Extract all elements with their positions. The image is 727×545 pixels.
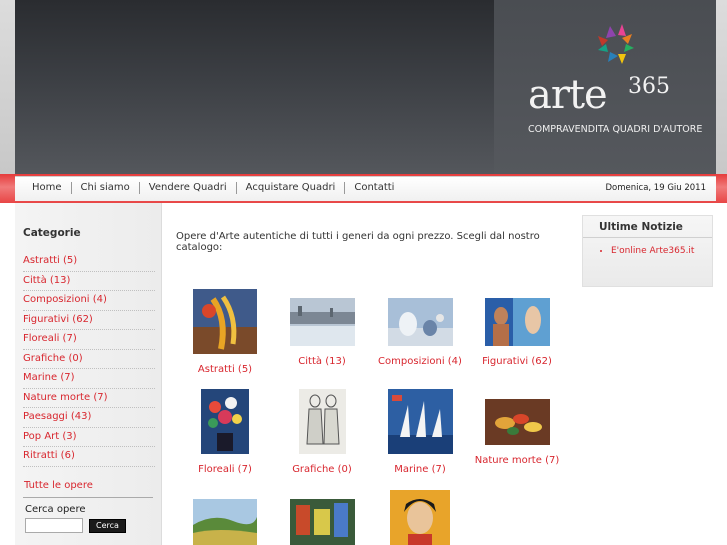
header-banner <box>15 0 494 174</box>
logo-text: arte <box>528 72 608 118</box>
artwork-floreali[interactable]: Floreali (7) <box>180 389 270 475</box>
artwork-thumbnail <box>298 389 346 454</box>
logo-number: 365 <box>628 74 670 99</box>
header-left-edge <box>0 0 15 174</box>
artwork-caption: Marine (7) <box>394 464 446 475</box>
artwork-caption: Grafiche (0) <box>292 464 352 475</box>
artwork-thumbnail <box>289 499 355 545</box>
artwork-citta[interactable]: Città (13) <box>277 298 367 367</box>
artwork-caption: Nature morte (7) <box>474 455 560 466</box>
category-link[interactable]: Città (13) <box>23 272 155 291</box>
artwork-nature-morte[interactable]: Nature morte (7) <box>472 399 562 466</box>
sidebar-divider <box>23 497 153 498</box>
category-link[interactable]: Nature morte (7) <box>23 389 155 408</box>
nav-chi-siamo[interactable]: Chi siamo <box>72 182 140 194</box>
page: arte 365 COMPRAVENDITA QUADRI D'AUTORE H… <box>0 0 727 545</box>
artwork-grafiche[interactable]: Grafiche (0) <box>277 389 367 475</box>
site-header: arte 365 COMPRAVENDITA QUADRI D'AUTORE <box>0 0 727 174</box>
artwork-thumbnail <box>484 399 550 445</box>
artwork-pop-art[interactable] <box>277 499 367 545</box>
category-link[interactable]: Pop Art (3) <box>23 428 155 447</box>
category-sidebar: Categorie Astratti (5) Città (13) Compos… <box>15 203 162 545</box>
nav-acquistare-quadri[interactable]: Acquistare Quadri <box>237 182 346 194</box>
artwork-caption: Città (13) <box>298 356 346 367</box>
artwork-thumbnail <box>193 499 257 545</box>
artwork-caption: Floreali (7) <box>198 464 252 475</box>
search-input[interactable] <box>25 518 83 533</box>
news-title: Ultime Notizie <box>599 221 683 233</box>
artwork-thumbnail <box>390 490 450 545</box>
artwork-composizioni[interactable]: Composizioni (4) <box>375 298 465 367</box>
artwork-marine[interactable]: Marine (7) <box>375 389 465 475</box>
artwork-thumbnail <box>201 389 249 454</box>
category-list: Astratti (5) Città (13) Composizioni (4)… <box>23 252 155 467</box>
search-button[interactable]: Cerca <box>89 519 126 533</box>
artwork-caption: Figurativi (62) <box>482 356 552 367</box>
nav-contatti[interactable]: Contatti <box>345 182 403 194</box>
artwork-thumbnail <box>387 389 453 454</box>
artwork-ritratti[interactable] <box>375 490 465 545</box>
artwork-thumbnail <box>289 298 355 346</box>
artwork-thumbnail <box>484 298 550 346</box>
intro-text: Opere d'Arte autentiche di tutti i gener… <box>176 231 540 253</box>
artwork-paesaggi[interactable] <box>180 499 270 545</box>
artwork-figurativi[interactable]: Figurativi (62) <box>472 298 562 367</box>
category-link[interactable]: Floreali (7) <box>23 330 155 350</box>
sidebar-title: Categorie <box>23 227 81 239</box>
star-logo-icon <box>598 24 634 64</box>
artwork-caption: Astratti (5) <box>197 364 253 375</box>
current-date: Domenica, 19 Giu 2011 <box>605 183 706 193</box>
all-works-link[interactable]: Tutte le opere <box>24 480 93 491</box>
news-divider <box>583 237 712 238</box>
nav-vendere-quadri[interactable]: Vendere Quadri <box>140 182 237 194</box>
category-link[interactable]: Composizioni (4) <box>23 291 155 311</box>
header-right-edge <box>716 0 727 174</box>
logo-tagline: COMPRAVENDITA QUADRI D'AUTORE <box>528 124 703 135</box>
news-item-link[interactable]: E'online Arte365.it <box>611 244 707 258</box>
artwork-thumbnail <box>193 289 257 354</box>
news-list: E'online Arte365.it <box>611 244 707 258</box>
category-link[interactable]: Astratti (5) <box>23 252 155 272</box>
artwork-caption: Composizioni (4) <box>378 356 462 367</box>
search-label: Cerca opere <box>25 504 86 515</box>
category-link[interactable]: Paesaggi (43) <box>23 408 155 428</box>
category-link[interactable]: Ritratti (6) <box>23 447 155 467</box>
artwork-thumbnail <box>387 298 453 346</box>
nav-home[interactable]: Home <box>23 182 72 194</box>
artwork-astratti[interactable]: Astratti (5) <box>180 289 270 375</box>
category-link[interactable]: Grafiche (0) <box>23 350 155 369</box>
category-link[interactable]: Figurativi (62) <box>23 311 155 330</box>
news-box: Ultime Notizie E'online Arte365.it <box>582 215 713 287</box>
main-nav: Home Chi siamo Vendere Quadri Acquistare… <box>15 176 716 201</box>
category-link[interactable]: Marine (7) <box>23 369 155 389</box>
logo-panel[interactable]: arte 365 COMPRAVENDITA QUADRI D'AUTORE <box>494 0 716 174</box>
